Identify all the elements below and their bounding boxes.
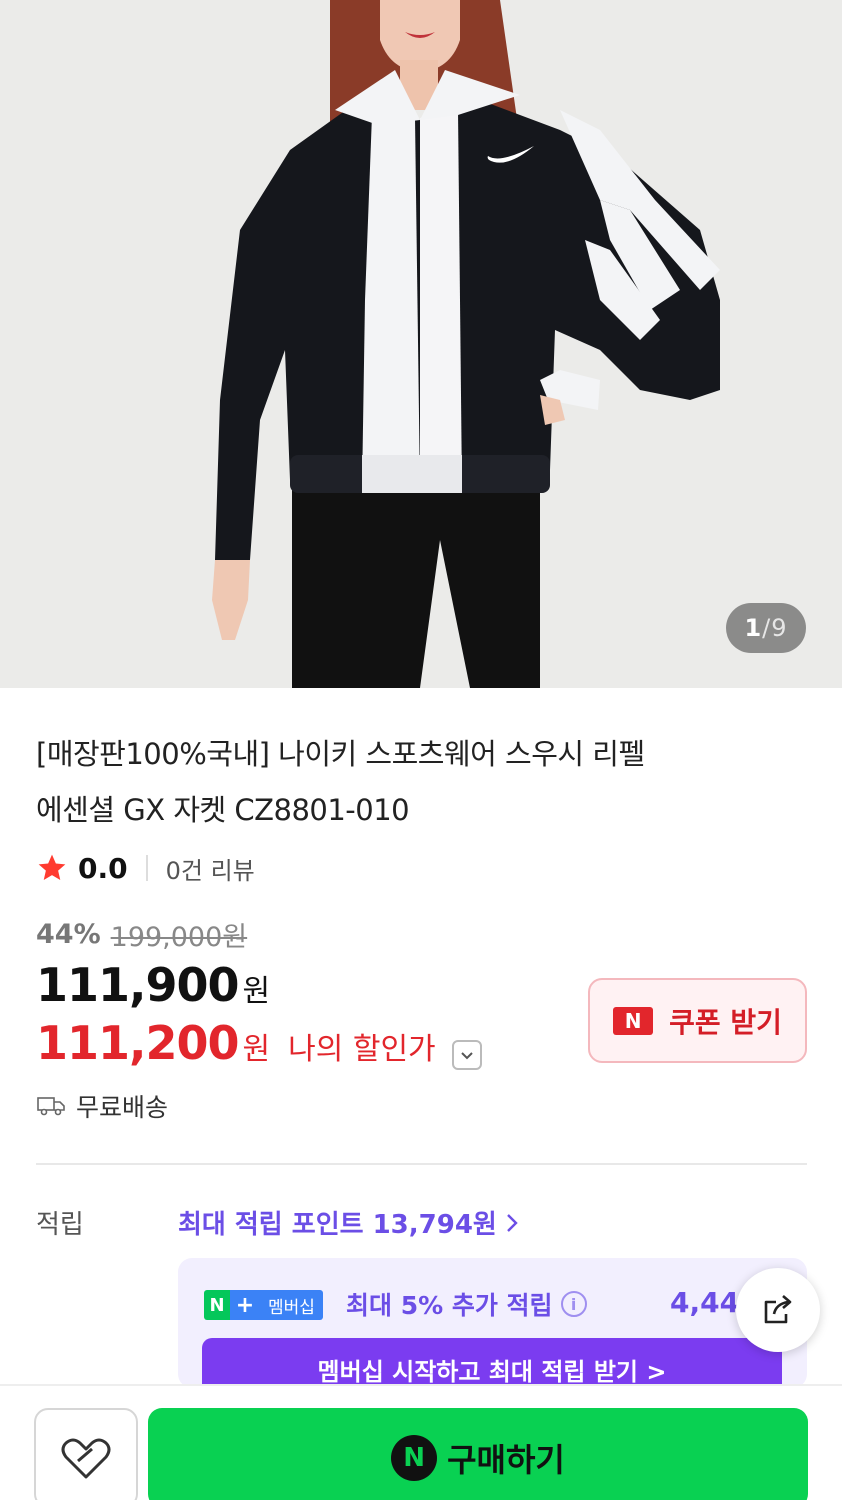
np-badge-text: 멤버십	[260, 1290, 323, 1320]
my-price-toggle[interactable]	[451, 1040, 482, 1070]
rating-divider	[145, 855, 148, 881]
membership-cta-button[interactable]: 멤버십 시작하고 최대 적립 받기 >	[202, 1338, 782, 1388]
rating-row[interactable]: 0.0 0건 리뷰	[36, 848, 255, 888]
product-image-carousel[interactable]: 1 / 9	[0, 0, 842, 688]
bottom-action-bar: N 구매하기	[0, 1384, 842, 1500]
product-page: 1 / 9 [매장판100%국내] 나이키 스포츠웨어 스우시 리펠 에센셜 G…	[0, 0, 842, 1500]
buy-button[interactable]: N 구매하기	[148, 1408, 808, 1500]
sale-price-unit: 원	[242, 974, 271, 1009]
image-counter: 1 / 9	[726, 603, 806, 653]
review-count[interactable]: 0건 리뷰	[166, 851, 255, 886]
points-label: 적립	[36, 1210, 84, 1240]
naver-coupon-badge: N	[613, 1006, 654, 1035]
my-price-row[interactable]: 111,200 원 나의 할인가	[36, 1016, 482, 1070]
chevron-down-icon	[460, 1052, 473, 1060]
shipping-info: 무료배송	[36, 1088, 168, 1124]
discount-rate: 44%	[36, 919, 101, 950]
my-discount-price: 111,200	[36, 1016, 240, 1070]
coupon-button[interactable]: N 쿠폰 받기	[588, 978, 807, 1063]
product-title-line1: [매장판100%국내] 나이키 스포츠웨어 스우시 리펠	[36, 737, 645, 771]
rating-score: 0.0	[78, 851, 128, 885]
heart-icon	[61, 1438, 111, 1479]
my-price-label: 나의 할인가	[288, 1032, 436, 1067]
product-title: [매장판100%국내] 나이키 스포츠웨어 스우시 리펠 에센셜 GX 자켓 C…	[36, 726, 776, 838]
info-icon[interactable]: i	[560, 1291, 587, 1317]
shipping-label: 무료배송	[76, 1093, 169, 1122]
my-price-unit: 원	[242, 1032, 271, 1067]
max-points-text: 최대 적립 포인트 13,794원	[178, 1210, 497, 1240]
original-price: 199,000원	[110, 922, 248, 953]
naver-plus-membership-badge: N + 멤버십	[204, 1290, 323, 1320]
share-icon	[764, 1295, 792, 1324]
image-counter-total: 9	[771, 614, 788, 642]
membership-box: N + 멤버십 최대 5% 추가 적립 i 4,44 멤버십 시작하고 최대 적…	[178, 1258, 807, 1388]
membership-extra-points: 최대 5% 추가 적립 i	[346, 1286, 587, 1322]
np-badge-n: N	[204, 1290, 230, 1320]
membership-extra-text: 최대 5% 추가 적립	[346, 1291, 553, 1320]
star-icon	[38, 854, 66, 880]
max-points-link[interactable]: 최대 적립 포인트 13,794원	[178, 1204, 519, 1241]
naver-pay-icon: N	[391, 1435, 438, 1481]
discount-row: 44% 199,000원	[36, 915, 247, 954]
image-counter-current: 1	[744, 614, 763, 642]
price-row: 111,900 원	[36, 958, 270, 1012]
wishlist-button[interactable]	[34, 1408, 138, 1500]
chevron-right-icon	[507, 1213, 518, 1232]
truck-icon	[37, 1097, 65, 1116]
image-counter-separator: /	[762, 614, 772, 642]
membership-amount: 4,44	[670, 1286, 740, 1319]
buy-button-label: 구매하기	[447, 1441, 565, 1479]
product-photo	[0, 0, 842, 688]
np-badge-plus: +	[230, 1290, 260, 1320]
coupon-button-label: 쿠폰 받기	[669, 1005, 782, 1039]
sale-price: 111,900	[36, 958, 240, 1012]
share-button[interactable]	[736, 1268, 820, 1352]
section-divider	[36, 1163, 807, 1165]
product-title-line2: 에센셜 GX 자켓 CZ8801-010	[36, 793, 410, 827]
